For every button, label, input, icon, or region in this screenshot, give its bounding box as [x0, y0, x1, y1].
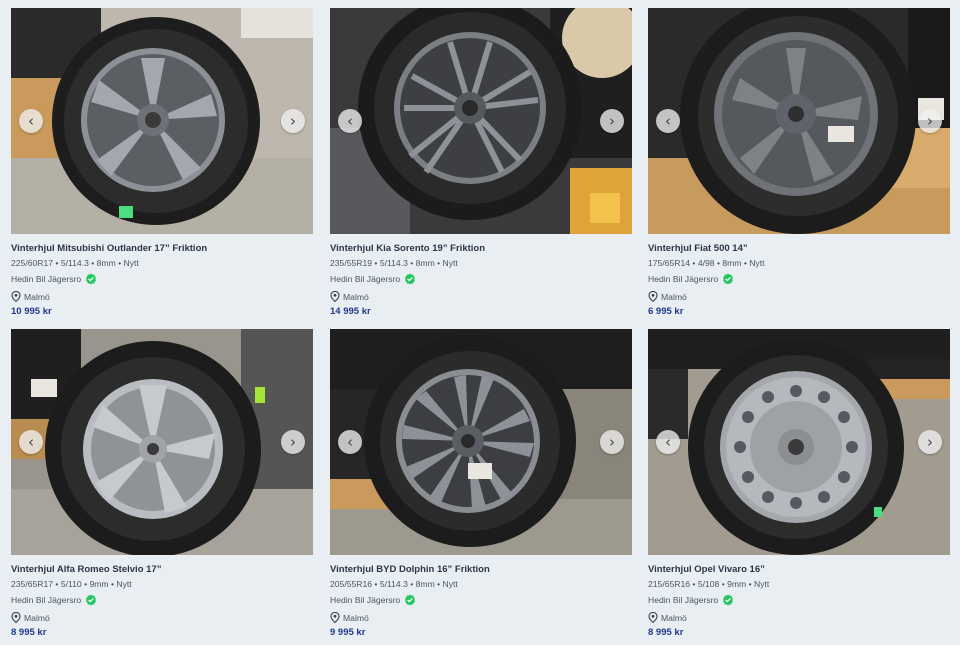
listing-price: 9 995 kr	[330, 627, 366, 638]
listing-title[interactable]: Vinterhjul Opel Vivaro 16”	[648, 564, 950, 575]
listing-card[interactable]: ‹ › Vinterhjul Opel Vivaro 16” 215/65R16…	[648, 329, 950, 638]
listing-price: 8 995 kr	[11, 627, 47, 638]
location-text: Malmö	[24, 612, 50, 623]
location-pin-icon	[648, 612, 658, 623]
listing-title[interactable]: Vinterhjul Kia Sorento 19” Friktion	[330, 243, 632, 254]
carousel-next-button[interactable]: ›	[281, 109, 305, 133]
listing-card[interactable]: ‹ › Vinterhjul Kia Sorento 19” Friktion …	[330, 8, 632, 317]
carousel-next-button[interactable]: ›	[918, 109, 942, 133]
listing-card[interactable]: ‹ › Vinterhjul Fiat 500 14” 175/65R14 • …	[648, 8, 950, 317]
listing-photo[interactable]: ‹ ›	[648, 8, 950, 234]
listing-specs: 225/60R17 • 5/114.3 • 8mm • Nytt	[11, 258, 139, 268]
location-pin-icon	[330, 291, 340, 302]
listing-card[interactable]: ‹ › Vinterhjul Alfa Romeo Stelvio 17” 23…	[11, 329, 313, 638]
seller-name: Hedin Bil Jägersro	[648, 595, 719, 605]
location-text: Malmö	[343, 612, 369, 623]
carousel-prev-button[interactable]: ‹	[656, 109, 680, 133]
location-pin-icon	[648, 291, 658, 302]
location-pin-icon	[11, 612, 21, 623]
carousel-prev-button[interactable]: ‹	[338, 109, 362, 133]
listing-photo[interactable]: ‹ ›	[11, 8, 313, 234]
seller-name: Hedin Bil Jägersro	[330, 274, 401, 284]
listing-specs: 215/65R16 • 5/108 • 9mm • Nytt	[648, 579, 770, 589]
listing-price: 14 995 kr	[330, 306, 371, 317]
seller-name: Hedin Bil Jägersro	[11, 595, 82, 605]
listing-title[interactable]: Vinterhjul Mitsubishi Outlander 17” Frik…	[11, 243, 313, 254]
listing-price: 10 995 kr	[11, 306, 52, 317]
listing-grid: ‹ › Vinterhjul Mitsubishi Outlander 17” …	[0, 0, 960, 645]
verified-check-icon	[404, 273, 416, 285]
location-row: Malmö	[11, 612, 313, 623]
wheel-image	[648, 8, 950, 234]
carousel-prev-button[interactable]: ‹	[338, 430, 362, 454]
carousel-next-button[interactable]: ›	[600, 430, 624, 454]
seller-row: Hedin Bil Jägersro	[330, 594, 632, 606]
wheel-image	[11, 329, 313, 555]
wheel-image	[648, 329, 950, 555]
location-row: Malmö	[330, 612, 632, 623]
verified-check-icon	[722, 273, 734, 285]
listing-title[interactable]: Vinterhjul BYD Dolphin 16” Friktion	[330, 564, 632, 575]
location-row: Malmö	[11, 291, 313, 302]
listing-title[interactable]: Vinterhjul Fiat 500 14”	[648, 243, 950, 254]
location-pin-icon	[330, 612, 340, 623]
seller-row: Hedin Bil Jägersro	[11, 273, 313, 285]
listing-photo[interactable]: ‹ ›	[11, 329, 313, 555]
carousel-prev-button[interactable]: ‹	[19, 430, 43, 454]
listing-specs: 235/65R17 • 5/110 • 9mm • Nytt	[11, 579, 132, 589]
listing-specs: 235/55R19 • 5/114.3 • 8mm • Nytt	[330, 258, 458, 268]
location-text: Malmö	[661, 612, 687, 623]
location-text: Malmö	[661, 291, 687, 302]
listing-card[interactable]: ‹ › Vinterhjul Mitsubishi Outlander 17” …	[11, 8, 313, 317]
verified-check-icon	[85, 594, 97, 606]
seller-name: Hedin Bil Jägersro	[648, 274, 719, 284]
listing-card[interactable]: ‹ › Vinterhjul BYD Dolphin 16” Friktion …	[330, 329, 632, 638]
location-text: Malmö	[24, 291, 50, 302]
listing-photo[interactable]: ‹ ›	[330, 329, 632, 555]
wheel-image	[330, 329, 632, 555]
listing-photo[interactable]: ‹ ›	[330, 8, 632, 234]
location-text: Malmö	[343, 291, 369, 302]
listing-price: 6 995 kr	[648, 306, 684, 317]
listing-specs: 175/65R14 • 4/98 • 8mm • Nytt	[648, 258, 765, 268]
seller-name: Hedin Bil Jägersro	[330, 595, 401, 605]
carousel-prev-button[interactable]: ‹	[19, 109, 43, 133]
listing-specs: 205/55R16 • 5/114.3 • 8mm • Nytt	[330, 579, 458, 589]
carousel-next-button[interactable]: ›	[600, 109, 624, 133]
location-row: Malmö	[648, 291, 950, 302]
location-pin-icon	[11, 291, 21, 302]
carousel-next-button[interactable]: ›	[281, 430, 305, 454]
wheel-image	[11, 8, 313, 234]
listing-photo[interactable]: ‹ ›	[648, 329, 950, 555]
seller-row: Hedin Bil Jägersro	[330, 273, 632, 285]
location-row: Malmö	[648, 612, 950, 623]
verified-check-icon	[722, 594, 734, 606]
seller-row: Hedin Bil Jägersro	[648, 273, 950, 285]
listing-title[interactable]: Vinterhjul Alfa Romeo Stelvio 17”	[11, 564, 313, 575]
carousel-prev-button[interactable]: ‹	[656, 430, 680, 454]
location-row: Malmö	[330, 291, 632, 302]
seller-name: Hedin Bil Jägersro	[11, 274, 82, 284]
listing-price: 8 995 kr	[648, 627, 684, 638]
wheel-image	[330, 8, 632, 234]
verified-check-icon	[404, 594, 416, 606]
seller-row: Hedin Bil Jägersro	[11, 594, 313, 606]
carousel-next-button[interactable]: ›	[918, 430, 942, 454]
seller-row: Hedin Bil Jägersro	[648, 594, 950, 606]
verified-check-icon	[85, 273, 97, 285]
